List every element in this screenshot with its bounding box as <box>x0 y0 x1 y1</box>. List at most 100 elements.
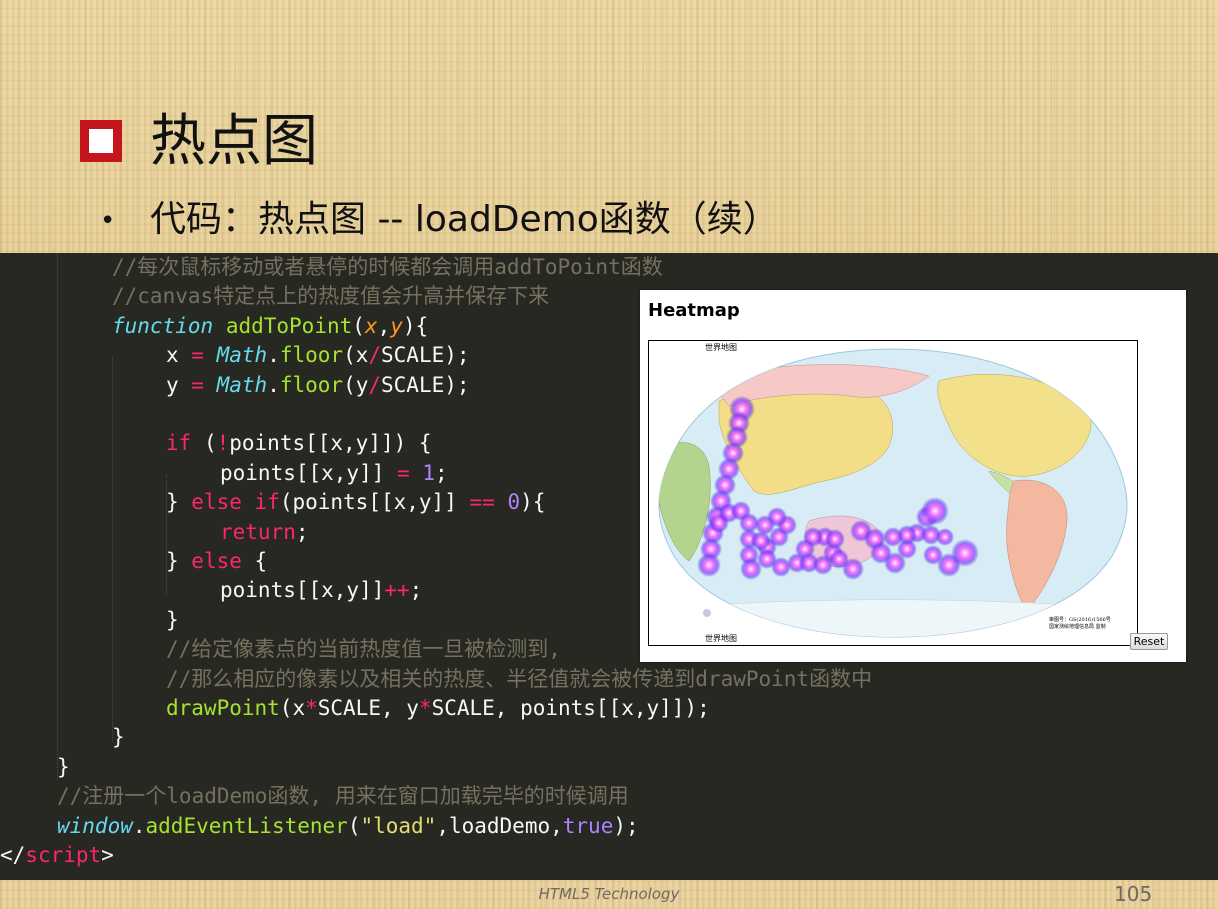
code-token: , <box>377 313 391 338</box>
code-token: //注册一个loadDemo函数, 用来在窗口加载完毕的时候调用 <box>57 784 629 809</box>
heat-spot-stray <box>703 609 711 617</box>
code-line: } <box>112 723 125 752</box>
code-token: SCALE); <box>381 343 470 368</box>
code-token: floor <box>279 372 344 397</box>
code-token: //canvas特定点上的热度值会升高并保存下来 <box>112 284 550 309</box>
footer-text: HTML5 Technology <box>538 885 680 903</box>
world-map-image: 世界地图 世界地图 审图号：GS(2016)1566号 国家测绘地理信息局 监制 <box>658 342 1128 643</box>
code-token: (x <box>343 343 369 368</box>
code-token: window <box>57 813 133 838</box>
code-token: . <box>132 813 146 838</box>
code-token: ( <box>352 313 365 338</box>
code-token: y <box>390 313 403 338</box>
code-line: } <box>166 606 179 635</box>
code-token: } <box>57 754 70 779</box>
code-token: } <box>112 725 125 750</box>
code-line: //每次鼠标移动或者悬停的时候都会调用addToPoint函数 <box>112 253 663 282</box>
code-token: //那么相应的像素以及相关的热度、半径值就会被传递到drawPoint函数中 <box>166 666 873 691</box>
code-token: x <box>364 313 378 338</box>
code-token: } <box>166 607 179 632</box>
code-token: function <box>112 313 214 338</box>
code-token: y <box>166 372 192 397</box>
bullet-icon: • <box>100 206 116 236</box>
code-token: (y <box>343 372 369 397</box>
code-token: ! <box>216 431 230 456</box>
heatmap-demo-window: Heatmap 世界地图 世界地图 审图号：GS(2016)1566号 国家测绘… <box>640 290 1186 662</box>
map-publisher: 国家测绘地理信息局 监制 <box>1049 623 1106 630</box>
code-token: ++ <box>384 578 410 603</box>
code-token: SCALE); <box>381 372 470 397</box>
code-token: //每次鼠标移动或者悬停的时候都会调用addToPoint函数 <box>112 255 663 279</box>
code-token: ){ <box>520 490 546 515</box>
code-line: return; <box>220 518 309 547</box>
code-token: * <box>305 696 318 720</box>
code-token: SCALE, points[[x,y]]); <box>431 696 710 720</box>
slide-background: 热点图 • 代码：热点图 -- loadDemo函数（续） //每次鼠标移动或者… <box>0 0 1218 909</box>
code-token: floor <box>279 343 344 368</box>
title-square-icon <box>80 120 122 162</box>
code-token: addEventListener <box>145 813 348 838</box>
code-token: ); <box>613 813 639 838</box>
code-line: drawPoint(x*SCALE, y*SCALE, points[[x,y]… <box>166 694 710 723</box>
code-line: } else { <box>166 547 267 576</box>
code-line: } else if(points[[x,y]] == 0){ <box>166 488 545 517</box>
code-token: ; <box>295 519 309 544</box>
code-token: ,loadDemo, <box>436 813 563 838</box>
code-token: 0 <box>507 490 521 515</box>
indent-guide <box>57 253 58 780</box>
code-line: function addToPoint(x,y){ <box>112 312 428 341</box>
code-token: 1 <box>422 460 435 485</box>
code-token: </ <box>0 843 26 867</box>
code-token: //给定像素点的当前热度值一旦被检测到, <box>166 637 561 662</box>
code-token: ){ <box>402 313 429 338</box>
code-token: "load" <box>360 813 437 838</box>
code-token: ; <box>409 578 423 603</box>
code-token: points[[x,y]] <box>220 460 398 485</box>
code-token: { <box>241 549 268 573</box>
code-token: / <box>368 372 382 397</box>
code-token: = <box>397 460 410 485</box>
reset-button[interactable]: Reset <box>1130 633 1168 650</box>
code-token: } <box>166 549 192 573</box>
code-line: </script> <box>0 841 114 870</box>
map-caption-top: 世界地图 <box>705 342 737 352</box>
code-line: //注册一个loadDemo函数, 用来在窗口加载完毕的时候调用 <box>57 782 629 811</box>
code-token: (points[[x,y]] <box>279 490 470 515</box>
code-token: ( <box>191 431 217 456</box>
code-token: == <box>469 490 495 515</box>
greenland-shape <box>1048 356 1112 384</box>
code-token: * <box>418 696 432 720</box>
code-token: Math <box>216 343 268 368</box>
code-line: points[[x,y]]++; <box>220 576 422 605</box>
heatmap-title: Heatmap <box>648 300 740 321</box>
code-token: points[[x,y]]) { <box>229 431 432 456</box>
map-caption-bottom: 世界地图 <box>705 633 737 643</box>
code-token: addToPoint <box>225 313 353 338</box>
code-token: drawPoint <box>166 696 280 720</box>
heatmap-canvas[interactable]: 世界地图 世界地图 审图号：GS(2016)1566号 国家测绘地理信息局 监制 <box>648 340 1138 646</box>
code-line: //那么相应的像素以及相关的热度、半径值就会被传递到drawPoint函数中 <box>166 665 872 694</box>
code-line: window.addEventListener("load",loadDemo,… <box>57 812 639 841</box>
code-token: if <box>254 490 280 515</box>
code-token: ( <box>347 813 361 838</box>
page-number: 105 <box>1114 882 1153 906</box>
code-line: //canvas特定点上的热度值会升高并保存下来 <box>112 282 549 311</box>
code-token: = <box>191 343 204 368</box>
code-token: = <box>191 372 204 397</box>
code-token: (x <box>279 696 306 720</box>
slide-subtitle: 代码：热点图 -- loadDemo函数（续） <box>150 199 779 240</box>
code-token: > <box>101 843 114 867</box>
code-line: x = Math.floor(x/SCALE); <box>166 341 470 370</box>
code-token: else <box>191 549 242 573</box>
map-credit: 审图号：GS(2016)1566号 <box>1049 616 1111 623</box>
code-token: x <box>166 343 192 368</box>
code-token: . <box>267 372 280 397</box>
code-line: points[[x,y]] = 1; <box>220 459 448 488</box>
code-token: true <box>562 813 614 838</box>
code-token: return <box>220 519 296 544</box>
